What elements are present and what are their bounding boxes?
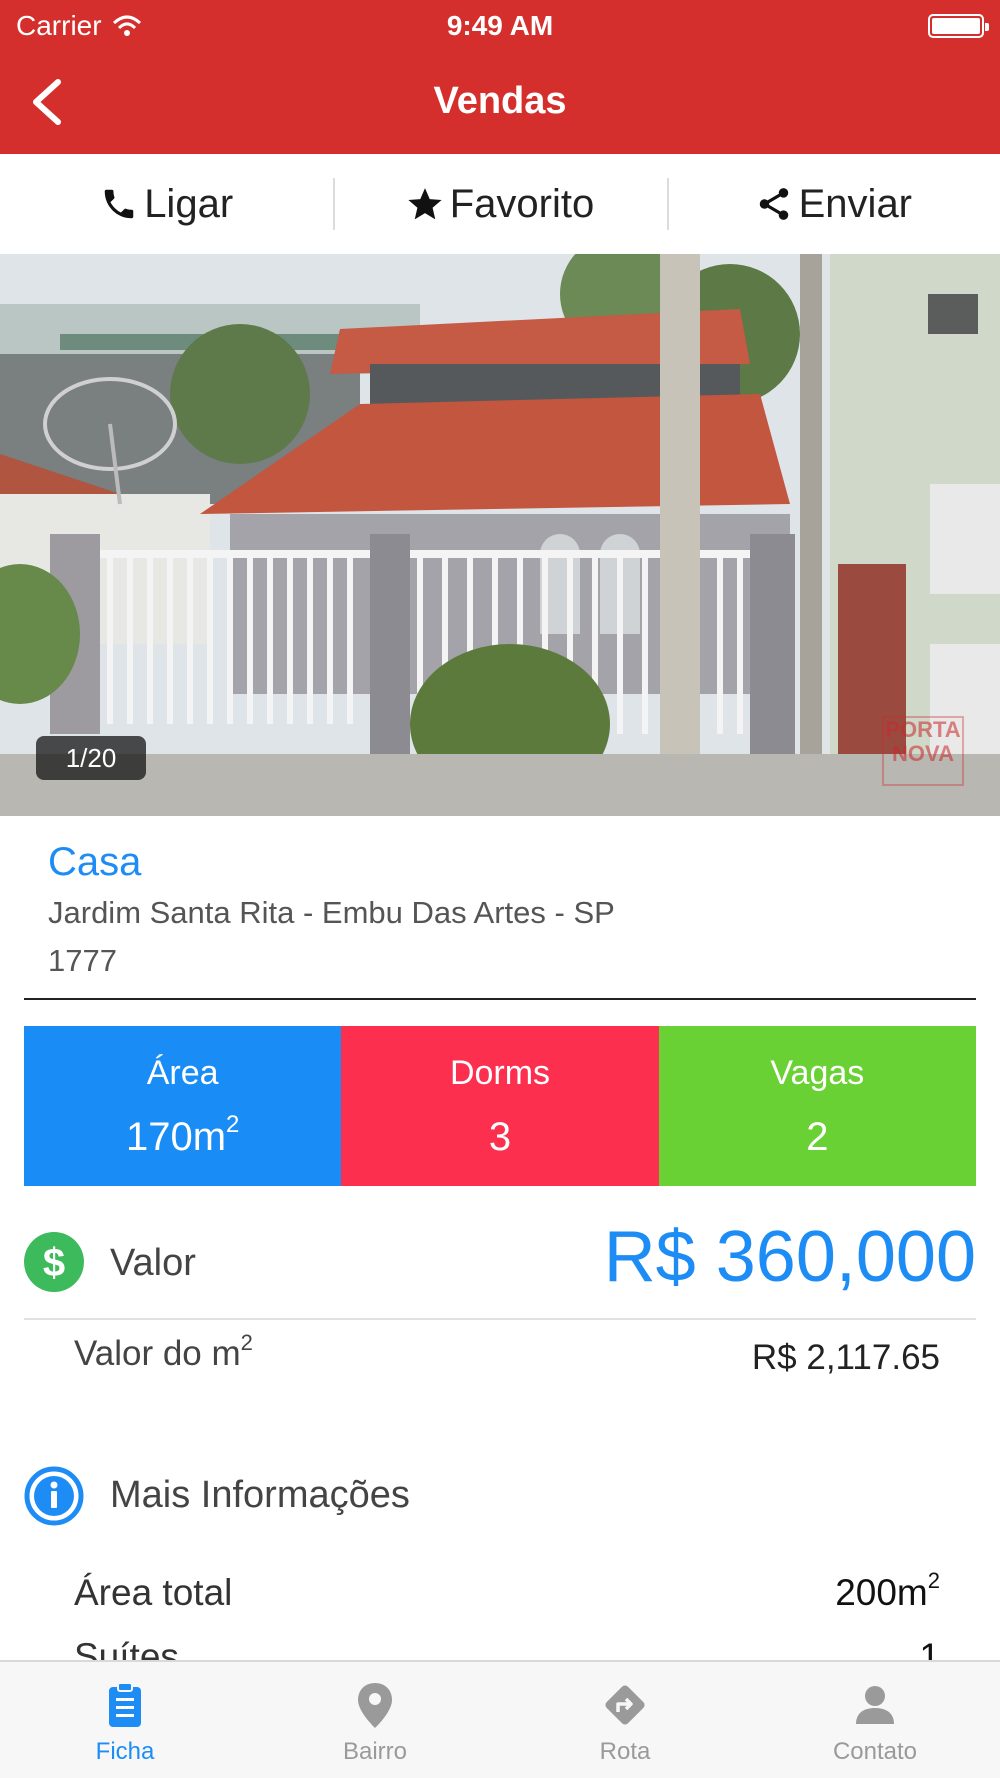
stat-vagas-label: Vagas [770, 1054, 865, 1092]
phone-icon [104, 189, 134, 219]
stat-area-label: Área [146, 1054, 219, 1092]
directions-icon [605, 1685, 645, 1725]
property-address: Jardim Santa Rita - Embu Das Artes - SP [48, 895, 615, 930]
person-icon [856, 1686, 894, 1724]
stat-area-value: 170m2 [125, 1111, 240, 1159]
tab-ficha[interactable]: Ficha [0, 1662, 250, 1778]
property-type: Casa [48, 840, 142, 884]
header: Carrier 9:49 AM Vendas [0, 0, 1000, 154]
favorite-button[interactable]: Favorito [333, 154, 666, 254]
tab-bairro-label: Bairro [342, 1738, 408, 1765]
tab-bairro[interactable]: Bairro [250, 1662, 500, 1778]
property-code: 1777 [48, 943, 117, 978]
property-photo [0, 254, 1000, 816]
tab-contato[interactable]: Contato [750, 1662, 1000, 1778]
spec-area-total-label: Área total [74, 1572, 233, 1613]
price-row: $ Valor R$ 360,000 [24, 1217, 976, 1318]
call-label: Ligar [144, 181, 234, 226]
navigation-bar: Vendas [0, 50, 1000, 154]
section-divider [24, 998, 976, 1000]
price-divider [24, 1318, 976, 1320]
info-icon [24, 1466, 84, 1526]
stat-dorms: Dorms 3 [341, 1026, 659, 1186]
tab-bar: Ficha Bairro Rota Contato [0, 1660, 1000, 1778]
price-per-m2-value: R$ 2,117.65 [751, 1338, 940, 1377]
stat-vagas-value: 2 [806, 1115, 829, 1159]
listing-summary: Casa Jardim Santa Rita - Embu Das Artes … [48, 840, 968, 979]
page-title: Vendas [433, 80, 567, 122]
share-button[interactable]: Enviar [666, 154, 1000, 254]
tab-rota[interactable]: Rota [500, 1662, 750, 1778]
price-label: Valor [110, 1242, 196, 1284]
status-time: 9:49 AM [446, 10, 554, 41]
star-icon [408, 188, 442, 220]
stat-vagas: Vagas 2 [658, 1026, 976, 1186]
stat-area: Área 170m2 [24, 1026, 342, 1186]
stat-dorms-value: 3 [488, 1115, 512, 1159]
share-label: Enviar [798, 181, 913, 226]
svg-text:$: $ [43, 1241, 65, 1285]
call-button[interactable]: Ligar [0, 154, 333, 254]
battery-icon [928, 14, 989, 38]
watermark-logo: PORTA NOVA [882, 716, 964, 786]
status-bar: Carrier 9:49 AM [0, 0, 1000, 50]
action-bar: Ligar Favorito Enviar [0, 154, 1000, 254]
more-info-title: Mais Informações [110, 1474, 410, 1516]
stat-dorms-label: Dorms [449, 1054, 551, 1092]
share-icon [759, 188, 788, 220]
more-info-header: Mais Informações [24, 1466, 976, 1526]
property-photo-carousel[interactable]: 1/20 PORTA NOVA [0, 254, 1000, 816]
spec-row-area-total: Área total 200m2 [74, 1568, 940, 1614]
photo-counter: 1/20 [36, 736, 146, 780]
price-value: R$ 360,000 [603, 1217, 976, 1297]
tab-ficha-label: Ficha [95, 1738, 155, 1765]
spec-area-total-value: 200m2 [835, 1568, 940, 1613]
tab-contato-label: Contato [832, 1738, 918, 1765]
price-per-m2-row: Valor do m2 R$ 2,117.65 [74, 1330, 940, 1390]
clipboard-icon [109, 1682, 141, 1727]
dollar-icon: $ [24, 1232, 84, 1292]
price-per-m2-label: Valor do m2 [74, 1330, 253, 1373]
property-stats: Área 170m2 Dorms 3 Vagas 2 [24, 1026, 976, 1186]
watermark-text: PORTA NOVA [885, 717, 961, 766]
favorite-label: Favorito [449, 181, 595, 226]
map-pin-icon [358, 1683, 392, 1728]
tab-rota-label: Rota [599, 1738, 651, 1765]
